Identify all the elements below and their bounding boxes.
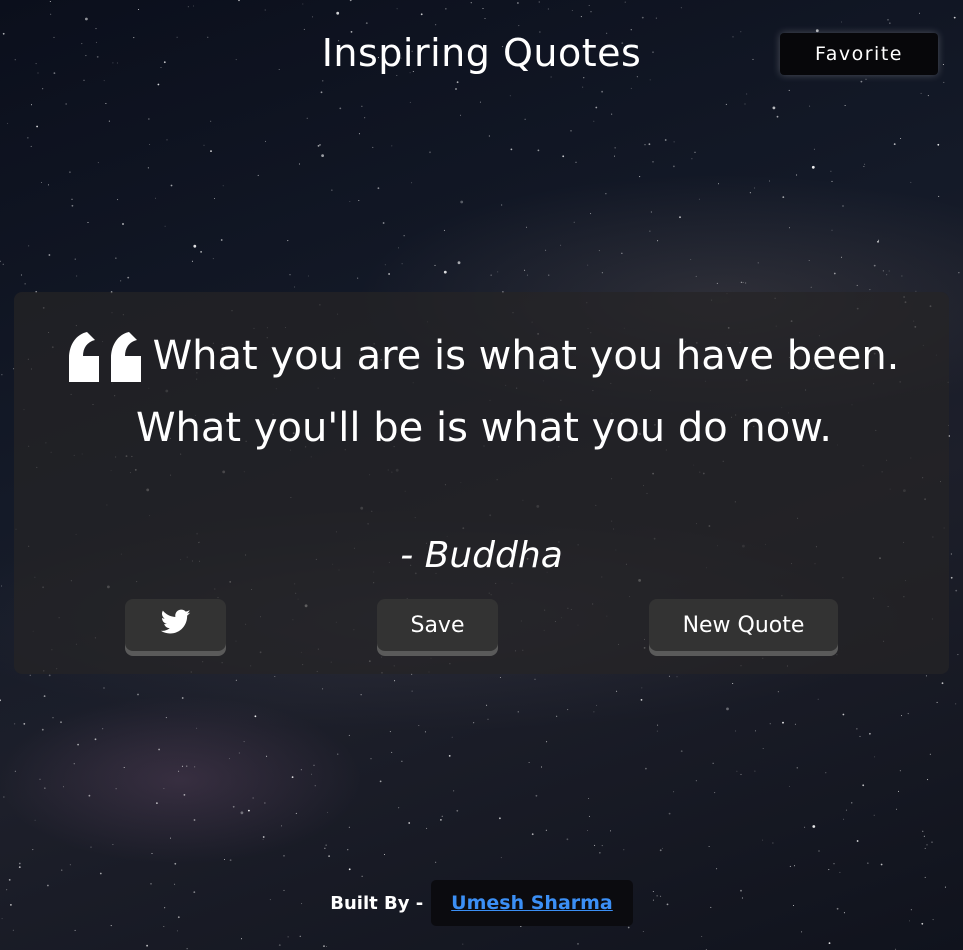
quote-text-container: What you are is what you have been. What… xyxy=(54,328,914,457)
quote-author: - Buddha xyxy=(400,535,563,576)
quote-card: What you are is what you have been. What… xyxy=(14,292,949,674)
author-link-container: Umesh Sharma xyxy=(431,880,633,926)
new-quote-button[interactable]: New Quote xyxy=(649,599,838,651)
footer: Built By - Umesh Sharma xyxy=(0,880,963,926)
author-link[interactable]: Umesh Sharma xyxy=(451,892,613,914)
tweet-button[interactable] xyxy=(125,599,226,651)
built-by-label: Built By - xyxy=(330,892,424,914)
twitter-icon xyxy=(160,609,191,641)
save-button[interactable]: Save xyxy=(377,599,498,651)
quote-text: What you are is what you have been. What… xyxy=(136,333,900,451)
quote-left-icon xyxy=(68,332,143,400)
favorite-button[interactable]: Favorite xyxy=(780,33,938,75)
